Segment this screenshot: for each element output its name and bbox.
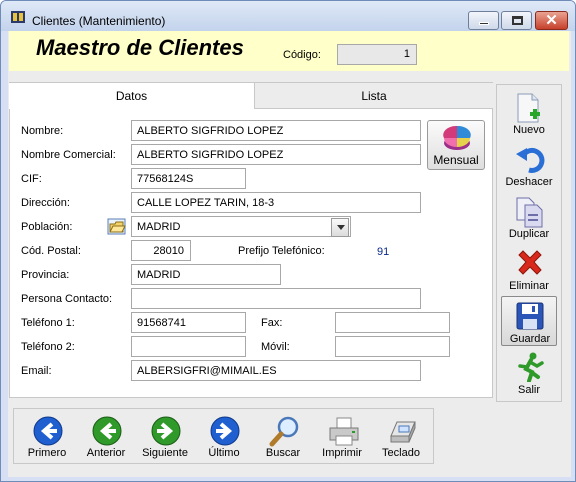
salir-label: Salir [517,384,540,396]
new-document-icon [517,93,540,123]
deshacer-label: Deshacer [505,176,553,188]
buscar-button[interactable]: Buscar [254,412,312,462]
cif-field[interactable]: 77568124S [131,168,246,189]
telefono1-label: Teléfono 1: [21,317,75,329]
nombre-field[interactable]: ALBERTO SIGFRIDO LOPEZ [131,120,421,141]
chevron-down-icon [337,225,345,230]
teclado-button[interactable]: Teclado [372,412,430,462]
tab-lista[interactable]: Lista [254,83,493,109]
nombre-label: Nombre: [21,125,64,137]
nuevo-button[interactable]: Nuevo [499,88,559,138]
anterior-button[interactable]: Anterior [77,412,135,462]
fax-field[interactable] [335,312,450,333]
telefono1-field[interactable]: 91568741 [131,312,246,333]
telefono2-field[interactable] [131,336,246,357]
nombre-comercial-label: Nombre Comercial: [21,149,116,161]
siguiente-label: Siguiente [142,447,188,459]
tab-datos[interactable]: Datos [9,83,254,109]
primero-label: Primero [27,447,67,459]
code-field[interactable]: 1 [337,44,417,65]
siguiente-button[interactable]: Siguiente [136,412,194,462]
eliminar-button[interactable]: Eliminar [499,244,559,294]
nuevo-label: Nuevo [513,124,545,136]
mensual-label: Mensual [433,153,479,167]
pie-chart-icon [443,125,471,150]
folder-open-icon [107,218,126,235]
keyboard-icon [390,421,416,443]
minimize-icon [479,22,489,25]
provincia-label: Provincia: [21,269,70,281]
title-bar[interactable]: Clientes (Mantenimiento) ✕ [1,1,575,31]
guardar-label: Guardar [509,333,551,345]
movil-label: Móvil: [261,341,290,353]
duplicar-label: Duplicar [508,228,550,240]
persona-contacto-label: Persona Contacto: [21,293,113,305]
maximize-icon [512,16,523,25]
exit-running-man-icon [518,352,544,382]
code-label: Código: [283,49,321,61]
poblacion-select[interactable]: MADRID [131,216,351,237]
magnifier-icon [269,416,299,447]
poblacion-dropdown-button[interactable] [331,218,349,237]
undo-icon [516,147,545,173]
window-title: Clientes (Mantenimiento) [32,14,166,28]
cod-postal-label: Cód. Postal: [21,245,81,257]
email-field[interactable]: ALBERSIGFRI@MIMAIL.ES [131,360,421,381]
page-title: Maestro de Clientes [36,35,244,60]
arrow-right-blue-icon [210,416,240,446]
cif-label: CIF: [21,173,42,185]
deshacer-button[interactable]: Deshacer [499,140,559,190]
duplicar-button[interactable]: Duplicar [499,192,559,242]
ultimo-button[interactable]: Último [195,412,253,462]
direccion-label: Dirección: [21,197,70,209]
telefono2-label: Teléfono 2: [21,341,75,353]
arrow-right-green-icon [151,416,181,446]
imprimir-button[interactable]: Imprimir [313,412,371,462]
prefijo-value: 91 [377,246,390,258]
printer-icon [329,417,359,446]
close-icon: ✕ [545,12,558,29]
nombre-comercial-field[interactable]: ALBERTO SIGFRIDO LOPEZ [131,144,421,165]
prefijo-label: Prefijo Telefónico: [238,245,325,257]
mensual-button[interactable]: Mensual [427,120,485,170]
movil-field[interactable] [335,336,450,357]
delete-x-icon [518,250,542,275]
salir-button[interactable]: Salir [499,348,559,398]
eliminar-label: Eliminar [509,280,549,292]
primero-button[interactable]: Primero [18,412,76,462]
arrow-left-blue-icon [33,416,63,446]
arrow-left-green-icon [92,416,122,446]
direccion-field[interactable]: CALLE LOPEZ TARIN, 18-3 [131,192,421,213]
buscar-label: Buscar [265,447,301,459]
persona-contacto-field[interactable] [131,288,421,309]
email-label: Email: [21,365,52,377]
teclado-label: Teclado [382,447,420,459]
app-icon [11,11,25,23]
poblacion-label: Población: [21,221,73,233]
close-button[interactable]: ✕ [535,11,568,30]
fax-label: Fax: [261,317,283,329]
guardar-button[interactable]: Guardar [501,296,557,346]
imprimir-label: Imprimir [322,447,362,459]
anterior-label: Anterior [86,447,126,459]
open-folder-button[interactable] [107,217,127,236]
maximize-button[interactable] [501,11,532,30]
ultimo-label: Último [208,447,240,459]
save-disk-icon [516,302,544,330]
provincia-field[interactable]: MADRID [131,264,281,285]
cod-postal-field[interactable]: 28010 [131,240,191,261]
minimize-button[interactable] [468,11,499,30]
duplicate-icon [516,197,543,228]
